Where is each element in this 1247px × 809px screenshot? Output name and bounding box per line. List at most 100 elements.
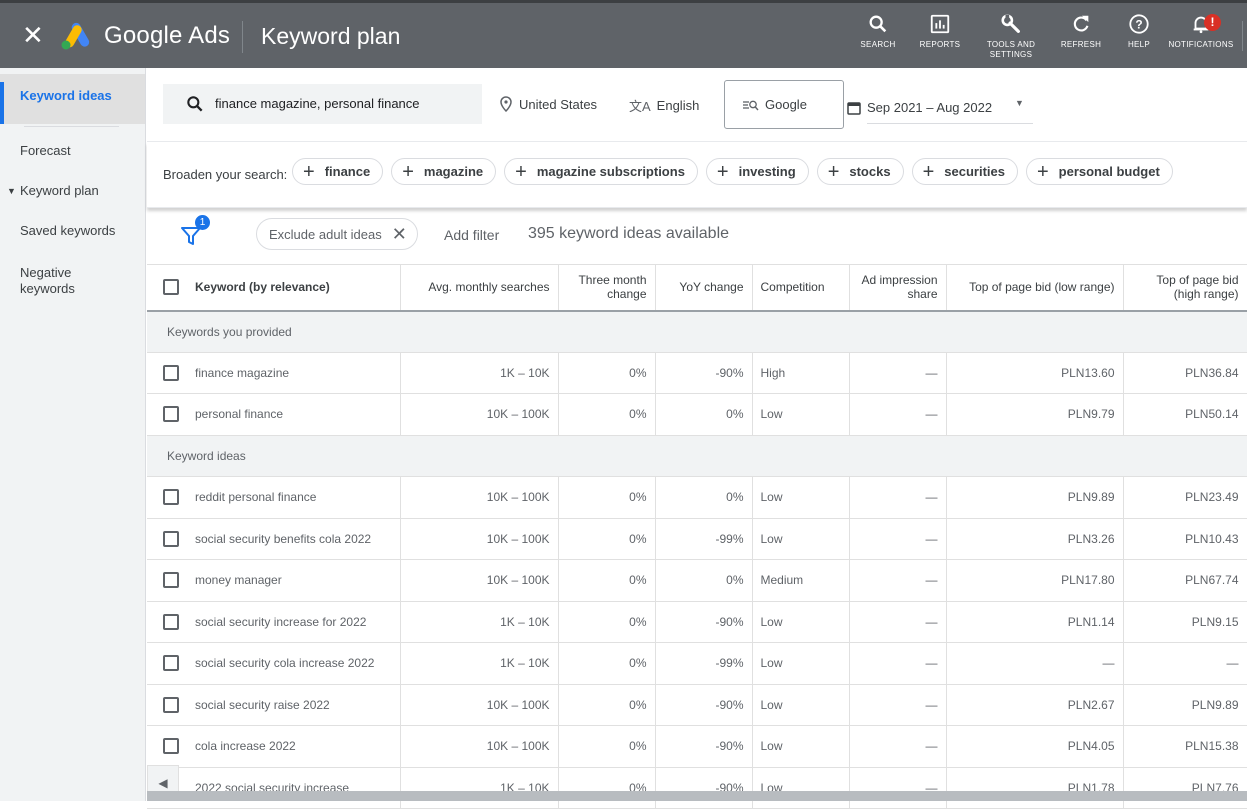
broaden-chip[interactable]: + securities bbox=[911, 158, 1018, 185]
cell-keyword[interactable]: personal finance bbox=[195, 393, 401, 436]
row-checkbox[interactable] bbox=[163, 489, 179, 506]
cell-ad-impression-share: — bbox=[849, 601, 947, 643]
date-range-selector[interactable]: Sep 2021 – Aug 2022 ▼ bbox=[847, 96, 1033, 124]
column-header-ad-impression-share[interactable]: Ad impression share bbox=[849, 264, 947, 312]
cell-keyword[interactable]: finance magazine bbox=[195, 352, 401, 394]
row-checkbox[interactable] bbox=[163, 696, 179, 713]
cell-yoy-change: -99% bbox=[655, 518, 753, 560]
broaden-chip[interactable]: + magazine subscriptions bbox=[504, 158, 698, 185]
cell-three-month-change: 0% bbox=[558, 559, 656, 602]
broaden-chip[interactable]: + investing bbox=[705, 158, 809, 185]
cell-three-month-change: 0% bbox=[558, 518, 656, 560]
cell-bid-low: PLN4.05 bbox=[946, 725, 1124, 768]
refresh-button[interactable]: Refresh bbox=[1044, 13, 1118, 69]
notification-badge: ! bbox=[1204, 14, 1221, 31]
cell-keyword[interactable]: reddit personal finance bbox=[195, 476, 401, 519]
sidebar-item-saved-keywords[interactable]: Saved keywords bbox=[0, 211, 145, 251]
sidebar-item-keyword-plan[interactable]: ▼ Keyword plan bbox=[0, 171, 145, 211]
plus-icon: + bbox=[303, 160, 315, 183]
horizontal-scrollbar[interactable] bbox=[147, 791, 1247, 801]
column-header-keyword[interactable]: Keyword (by relevance) bbox=[195, 264, 401, 312]
row-checkbox[interactable] bbox=[163, 406, 179, 423]
cell-keyword[interactable]: social security raise 2022 bbox=[195, 684, 401, 726]
column-header-yoy-change[interactable]: YoY change bbox=[655, 264, 753, 312]
broaden-label: Broaden your search: bbox=[163, 167, 288, 182]
location-pin-icon bbox=[500, 96, 512, 112]
column-header-avg-searches[interactable]: Avg. monthly searches bbox=[400, 264, 559, 312]
reports-button[interactable]: Reports bbox=[902, 13, 978, 69]
cell-yoy-change: 0% bbox=[655, 476, 753, 519]
cell-ad-impression-share: — bbox=[849, 642, 947, 685]
cell-three-month-change: 0% bbox=[558, 352, 656, 394]
row-select-cell bbox=[147, 725, 195, 768]
cell-competition: Low bbox=[752, 725, 850, 768]
table-row: 2022 social security increase 1K – 10K 0% -… bbox=[147, 767, 1247, 809]
location-selector[interactable]: United States bbox=[499, 96, 597, 112]
column-header-bid-low[interactable]: Top of page bid (low range) bbox=[946, 264, 1124, 312]
help-button[interactable]: ? Help bbox=[1118, 13, 1160, 69]
cell-keyword[interactable]: 2022 social security increase bbox=[195, 767, 401, 809]
wrench-icon bbox=[1001, 14, 1020, 33]
help-icon: ? bbox=[1129, 14, 1149, 34]
active-filter-chip[interactable]: Exclude adult ideas ✕ bbox=[256, 218, 418, 250]
cell-keyword[interactable]: social security benefits cola 2022 bbox=[195, 518, 401, 560]
row-select-cell bbox=[147, 518, 195, 560]
table-row: social security benefits cola 2022 10K – … bbox=[147, 518, 1247, 560]
row-checkbox[interactable] bbox=[163, 738, 179, 755]
broaden-chip[interactable]: + magazine bbox=[391, 158, 497, 185]
cell-yoy-change: -90% bbox=[655, 601, 753, 643]
cell-keyword[interactable]: social security increase for 2022 bbox=[195, 601, 401, 643]
sidebar-item-forecast[interactable]: Forecast bbox=[0, 131, 145, 171]
broaden-search-bar: Broaden your search: + finance + magazine … bbox=[147, 142, 1247, 208]
cell-keyword[interactable]: money manager bbox=[195, 559, 401, 602]
tools-and-settings-button[interactable]: Tools and settings bbox=[978, 13, 1044, 69]
cell-avg-searches: 1K – 10K bbox=[400, 352, 559, 394]
table-row: social security raise 2022 10K – 100K 0% -9… bbox=[147, 684, 1247, 726]
plus-icon: + bbox=[515, 160, 527, 183]
plus-icon: + bbox=[922, 160, 935, 183]
select-all-checkbox[interactable] bbox=[163, 279, 179, 296]
keyword-table: Keyword (by relevance) Avg. monthly sear… bbox=[147, 264, 1247, 809]
column-header-bid-high[interactable]: Top of page bid (high range) bbox=[1123, 264, 1247, 312]
broaden-chip[interactable]: + finance bbox=[292, 158, 384, 185]
cell-competition: Low bbox=[752, 684, 850, 726]
broaden-chip[interactable]: + stocks bbox=[816, 158, 904, 185]
row-checkbox[interactable] bbox=[163, 572, 179, 589]
row-select-cell bbox=[147, 642, 195, 685]
remove-filter-icon[interactable]: ✕ bbox=[392, 224, 407, 245]
cell-bid-high: PLN15.38 bbox=[1123, 725, 1247, 768]
row-checkbox[interactable] bbox=[163, 655, 179, 672]
column-header-three-month-change[interactable]: Three month change bbox=[558, 264, 656, 312]
cell-keyword[interactable]: social security cola increase 2022 bbox=[195, 642, 401, 685]
table-row: social security cola increase 2022 1K – 1… bbox=[147, 642, 1247, 685]
cell-keyword[interactable]: cola increase 2022 bbox=[195, 725, 401, 768]
cell-bid-high: PLN9.15 bbox=[1123, 601, 1247, 643]
notifications-button[interactable]: Notifications bbox=[1160, 13, 1242, 69]
google-ads-logo bbox=[61, 22, 90, 50]
keyword-search-input[interactable]: finance magazine, personal finance bbox=[163, 84, 482, 124]
close-icon[interactable]: ✕ bbox=[22, 22, 44, 48]
add-filter-button[interactable]: Add filter bbox=[444, 227, 499, 243]
cell-bid-high: PLN7.76 bbox=[1123, 767, 1247, 809]
language-selector[interactable]: 文A English bbox=[629, 96, 699, 115]
row-checkbox[interactable] bbox=[163, 613, 179, 630]
row-checkbox[interactable] bbox=[163, 530, 179, 547]
broaden-chip[interactable]: + personal budget bbox=[1025, 158, 1173, 185]
sidebar-item-negative-keywords[interactable]: Negative keywords bbox=[0, 251, 100, 297]
table-row: social security increase for 2022 1K – 10… bbox=[147, 601, 1247, 643]
search-button[interactable]: Search bbox=[854, 13, 902, 69]
row-checkbox[interactable] bbox=[163, 364, 179, 381]
plus-icon: + bbox=[402, 160, 414, 183]
network-selector[interactable]: Google bbox=[724, 80, 844, 129]
search-icon bbox=[187, 96, 203, 112]
reports-icon bbox=[930, 14, 950, 34]
table-row: money manager 10K – 100K 0% 0% Medium — PLN17.… bbox=[147, 559, 1247, 602]
table-body: Keywords you provided finance magazine 1K … bbox=[147, 310, 1247, 809]
cell-avg-searches: 1K – 10K bbox=[400, 767, 559, 809]
column-header-competition[interactable]: Competition bbox=[752, 264, 850, 312]
sidebar-item-keyword-ideas[interactable]: Keyword ideas bbox=[0, 74, 145, 124]
cell-yoy-change: -90% bbox=[655, 767, 753, 809]
cell-ad-impression-share: — bbox=[849, 559, 947, 602]
calendar-icon bbox=[847, 102, 861, 115]
group-header-row: Keyword ideas bbox=[147, 435, 1247, 477]
